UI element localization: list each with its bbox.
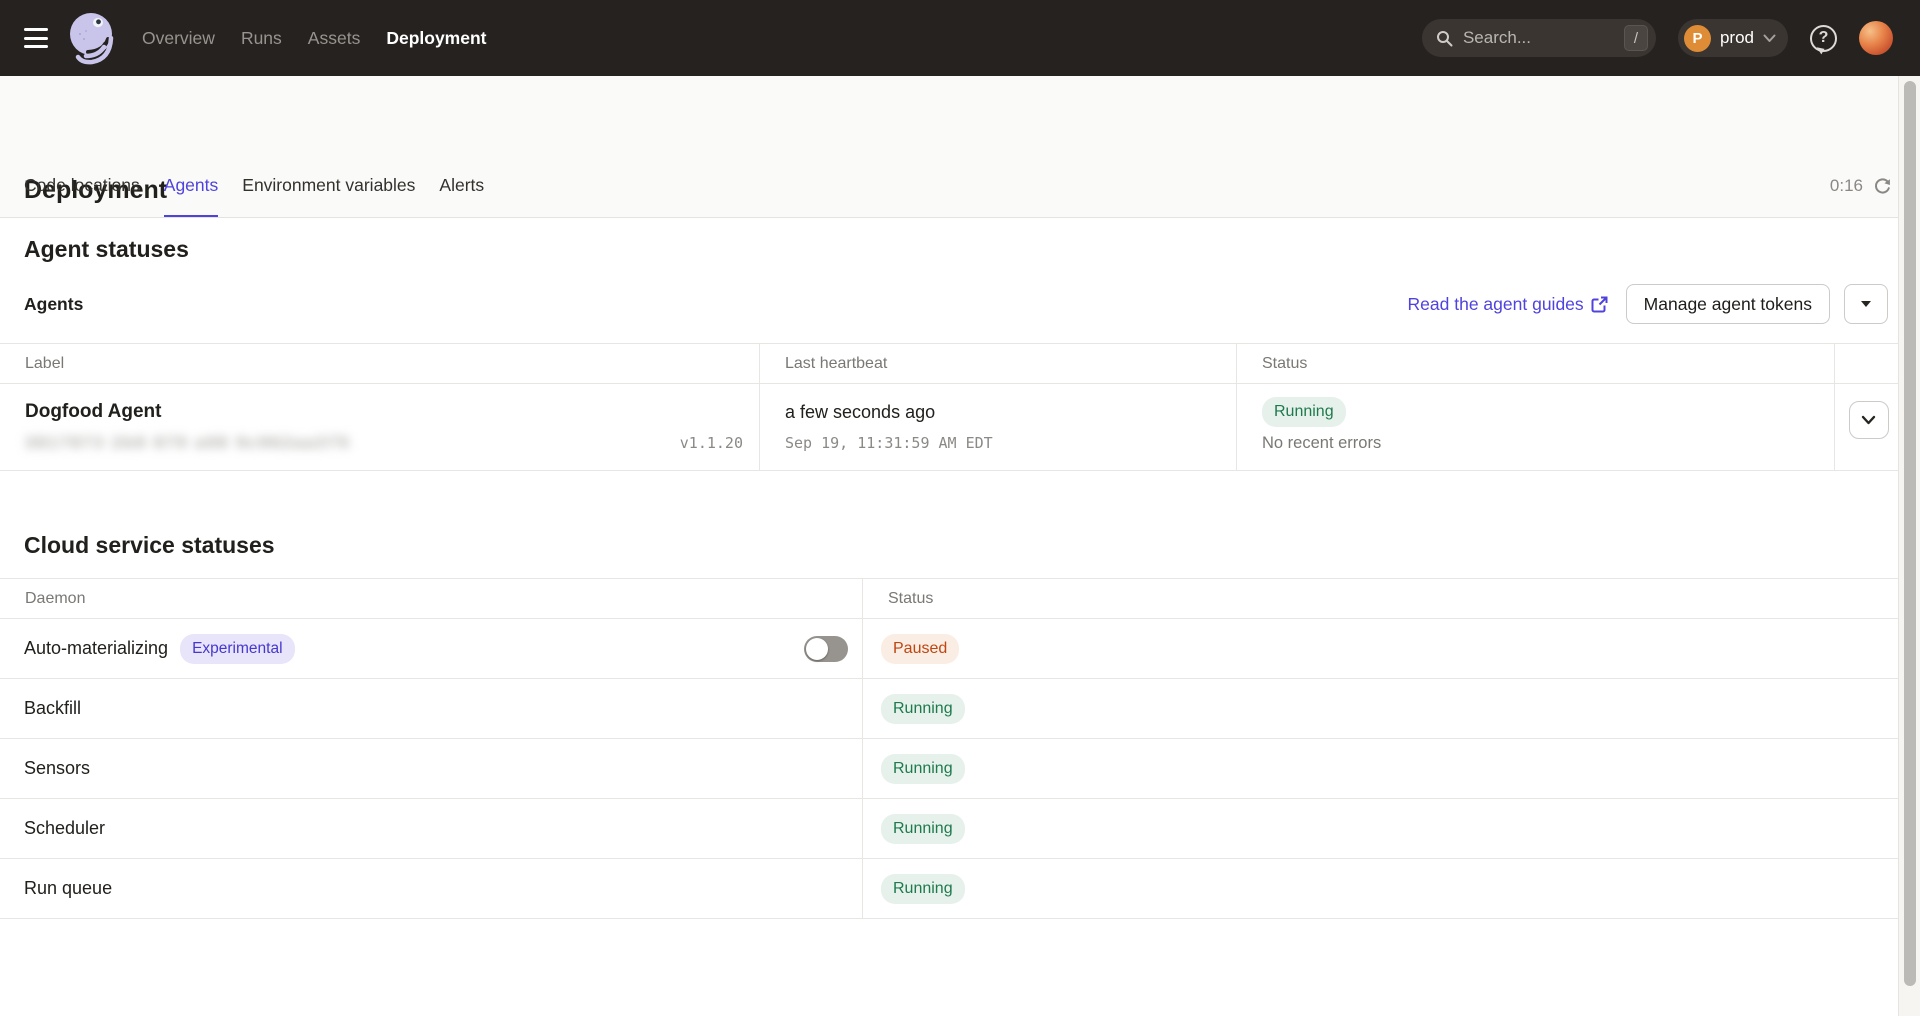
status-badge: Running xyxy=(881,694,965,724)
daemon-cell: Backfill xyxy=(0,679,862,738)
col-header-label: Label xyxy=(0,344,759,383)
col-header-last-heartbeat: Last heartbeat xyxy=(759,344,1236,383)
read-agent-guides-link[interactable]: Read the agent guides xyxy=(1408,294,1608,315)
refresh-timer-value: 0:16 xyxy=(1830,176,1863,196)
agent-id-redacted: 3817873 2b8 879 a98 9c962aa375 xyxy=(25,427,351,459)
search-placeholder: Search... xyxy=(1463,28,1624,48)
search-icon xyxy=(1436,30,1453,47)
heartbeat-absolute: Sep 19, 11:31:59 AM EDT xyxy=(785,427,1236,459)
col-header-daemon: Daemon xyxy=(0,579,862,618)
daemon-name: Run queue xyxy=(24,878,112,899)
col-header-status: Status xyxy=(1236,344,1834,383)
nav-item-assets[interactable]: Assets xyxy=(308,28,361,49)
vertical-scrollbar xyxy=(1898,76,1920,1016)
agent-tokens-dropdown-button[interactable] xyxy=(1844,284,1888,324)
agent-version: v1.1.20 xyxy=(680,427,743,459)
daemon-row-backfill: Backfill Running xyxy=(0,679,1902,739)
tab-agents[interactable]: Agents xyxy=(164,155,218,217)
external-link-icon xyxy=(1591,296,1608,313)
search-input[interactable]: Search... / xyxy=(1422,19,1656,57)
user-avatar[interactable] xyxy=(1859,21,1893,55)
help-glyph: ? xyxy=(1819,29,1829,47)
daemon-status-cell: Paused xyxy=(862,619,1902,678)
manage-agent-tokens-button[interactable]: Manage agent tokens xyxy=(1626,284,1830,324)
refresh-countdown: 0:16 xyxy=(1830,176,1892,196)
deployment-tabs: Code locations Agents Environment variab… xyxy=(24,155,484,217)
daemon-name: Sensors xyxy=(24,758,90,779)
daemon-status-cell: Running xyxy=(862,859,1902,918)
agent-actions-cell xyxy=(1834,384,1902,470)
primary-nav: Overview Runs Assets Deployment xyxy=(142,28,486,49)
tab-environment-variables[interactable]: Environment variables xyxy=(242,155,415,217)
status-badge: Paused xyxy=(881,634,959,664)
daemon-status-cell: Running xyxy=(862,739,1902,798)
daemon-name: Auto-materializing xyxy=(24,638,168,659)
cloud-services-table: Daemon Status Auto-materializing Experim… xyxy=(0,578,1902,919)
deployment-switcher[interactable]: P prod xyxy=(1678,19,1788,57)
help-icon[interactable]: ? xyxy=(1810,25,1837,52)
search-shortcut-key: / xyxy=(1624,25,1648,51)
agent-statuses-heading: Agent statuses xyxy=(24,236,189,263)
status-badge: Running xyxy=(881,814,965,844)
chevron-down-icon xyxy=(1763,34,1776,43)
daemon-cell: Scheduler xyxy=(0,799,862,858)
agent-status-detail: No recent errors xyxy=(1262,434,1834,453)
experimental-badge: Experimental xyxy=(180,634,294,664)
navbar-right-cluster: Search... / P prod ? xyxy=(1422,19,1893,57)
agent-heartbeat-cell: a few seconds ago Sep 19, 11:31:59 AM ED… xyxy=(759,384,1236,470)
agent-status-badge: Running xyxy=(1262,397,1346,427)
cloud-table-header: Daemon Status xyxy=(0,579,1902,619)
daemon-status-cell: Running xyxy=(862,679,1902,738)
agents-table-header: Label Last heartbeat Status xyxy=(0,344,1902,384)
tab-code-locations[interactable]: Code locations xyxy=(24,155,140,217)
daemon-cell: Run queue xyxy=(0,859,862,918)
daemon-row-run-queue: Run queue Running xyxy=(0,859,1902,919)
agents-table: Label Last heartbeat Status Dogfood Agen… xyxy=(0,343,1902,471)
guides-link-label: Read the agent guides xyxy=(1408,294,1584,315)
hamburger-menu-icon[interactable] xyxy=(24,28,48,48)
deployment-page: Overview Runs Assets Deployment Search..… xyxy=(0,0,1920,1016)
agent-label-cell: Dogfood Agent 3817873 2b8 879 a98 9c962a… xyxy=(0,384,759,470)
daemon-cell: Sensors xyxy=(0,739,862,798)
toggle-knob xyxy=(806,638,828,660)
agents-subheading: Agents xyxy=(24,294,83,315)
daemon-status-cell: Running xyxy=(862,799,1902,858)
nav-item-overview[interactable]: Overview xyxy=(142,28,215,49)
top-navbar: Overview Runs Assets Deployment Search..… xyxy=(0,0,1920,76)
daemon-row-scheduler: Scheduler Running xyxy=(0,799,1902,859)
agent-expand-button[interactable] xyxy=(1849,401,1889,439)
daemon-name: Backfill xyxy=(24,698,81,719)
dagster-logo-icon[interactable] xyxy=(64,9,118,67)
caret-down-icon xyxy=(1861,301,1871,307)
cloud-service-statuses-heading: Cloud service statuses xyxy=(24,532,275,559)
agent-status-cell: Running No recent errors xyxy=(1236,384,1834,470)
scrollbar-thumb[interactable] xyxy=(1904,81,1916,986)
agent-row: Dogfood Agent 3817873 2b8 879 a98 9c962a… xyxy=(0,384,1902,470)
auto-materializing-toggle[interactable] xyxy=(804,636,848,662)
status-badge: Running xyxy=(881,754,965,784)
agents-subheader-row: Agents Read the agent guides Manage agen… xyxy=(24,284,1888,324)
org-name: prod xyxy=(1720,28,1754,48)
daemon-row-auto-materializing: Auto-materializing Experimental Paused xyxy=(0,619,1902,679)
daemon-cell: Auto-materializing Experimental xyxy=(0,619,862,678)
daemon-row-sensors: Sensors Running xyxy=(0,739,1902,799)
org-avatar: P xyxy=(1684,25,1711,52)
heartbeat-relative: a few seconds ago xyxy=(785,397,1236,427)
refresh-icon[interactable] xyxy=(1873,177,1892,196)
agent-name: Dogfood Agent xyxy=(25,397,759,427)
chevron-down-icon xyxy=(1861,415,1876,425)
status-badge: Running xyxy=(881,874,965,904)
col-header-actions xyxy=(1834,344,1902,383)
nav-item-deployment[interactable]: Deployment xyxy=(386,28,486,49)
daemon-name: Scheduler xyxy=(24,818,105,839)
tab-alerts[interactable]: Alerts xyxy=(439,155,484,217)
nav-item-runs[interactable]: Runs xyxy=(241,28,282,49)
page-header: Deployment Code locations Agents Environ… xyxy=(0,76,1920,218)
col-header-status: Status xyxy=(862,579,1902,618)
